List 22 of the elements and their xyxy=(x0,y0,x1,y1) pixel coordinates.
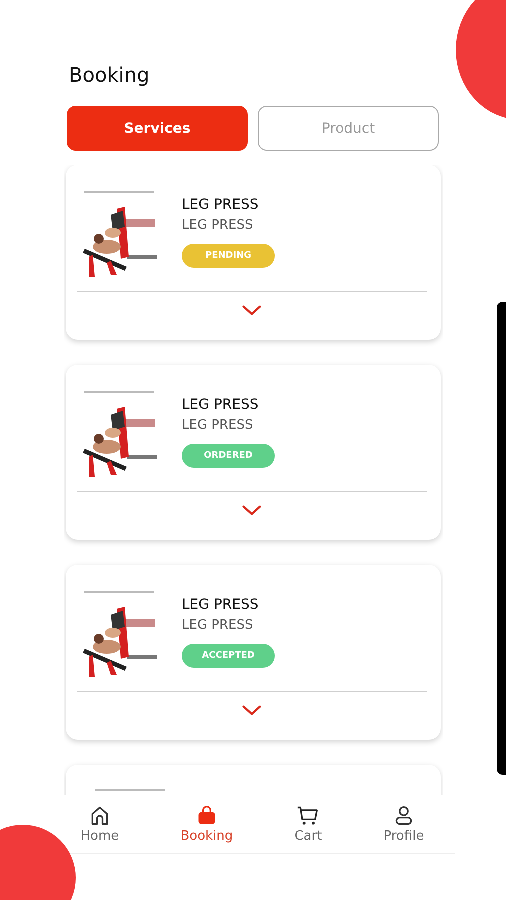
image-rule xyxy=(84,391,154,393)
chevron-down-icon[interactable] xyxy=(242,704,262,716)
cart-icon xyxy=(297,804,320,826)
booking-subtitle: LEG PRESS xyxy=(182,417,254,435)
nav-item[interactable]: Cart xyxy=(294,795,322,853)
status-badge: ORDERED xyxy=(182,444,275,468)
booking-subtitle: LEG PRESS xyxy=(182,617,254,635)
booking-title: LEG PRESS xyxy=(182,196,259,214)
status-badge: PENDING xyxy=(182,244,275,268)
nav-item[interactable]: Home xyxy=(80,795,120,853)
booking-title: LEG PRESS xyxy=(182,396,259,414)
chevron-down-icon[interactable] xyxy=(242,504,262,516)
image-rule xyxy=(84,591,154,593)
nav-item[interactable]: Booking xyxy=(180,795,234,853)
image-rule xyxy=(84,191,154,193)
status-badge: ACCEPTED xyxy=(182,644,275,668)
nav-item[interactable]: Profile xyxy=(384,795,424,853)
booking-subtitle: LEG PRESS xyxy=(182,217,254,235)
booking-title: LEG PRESS xyxy=(182,596,259,614)
chevron-down-icon[interactable] xyxy=(242,304,262,316)
page-title: Booking xyxy=(69,62,151,88)
tab[interactable]: Services xyxy=(67,106,248,151)
